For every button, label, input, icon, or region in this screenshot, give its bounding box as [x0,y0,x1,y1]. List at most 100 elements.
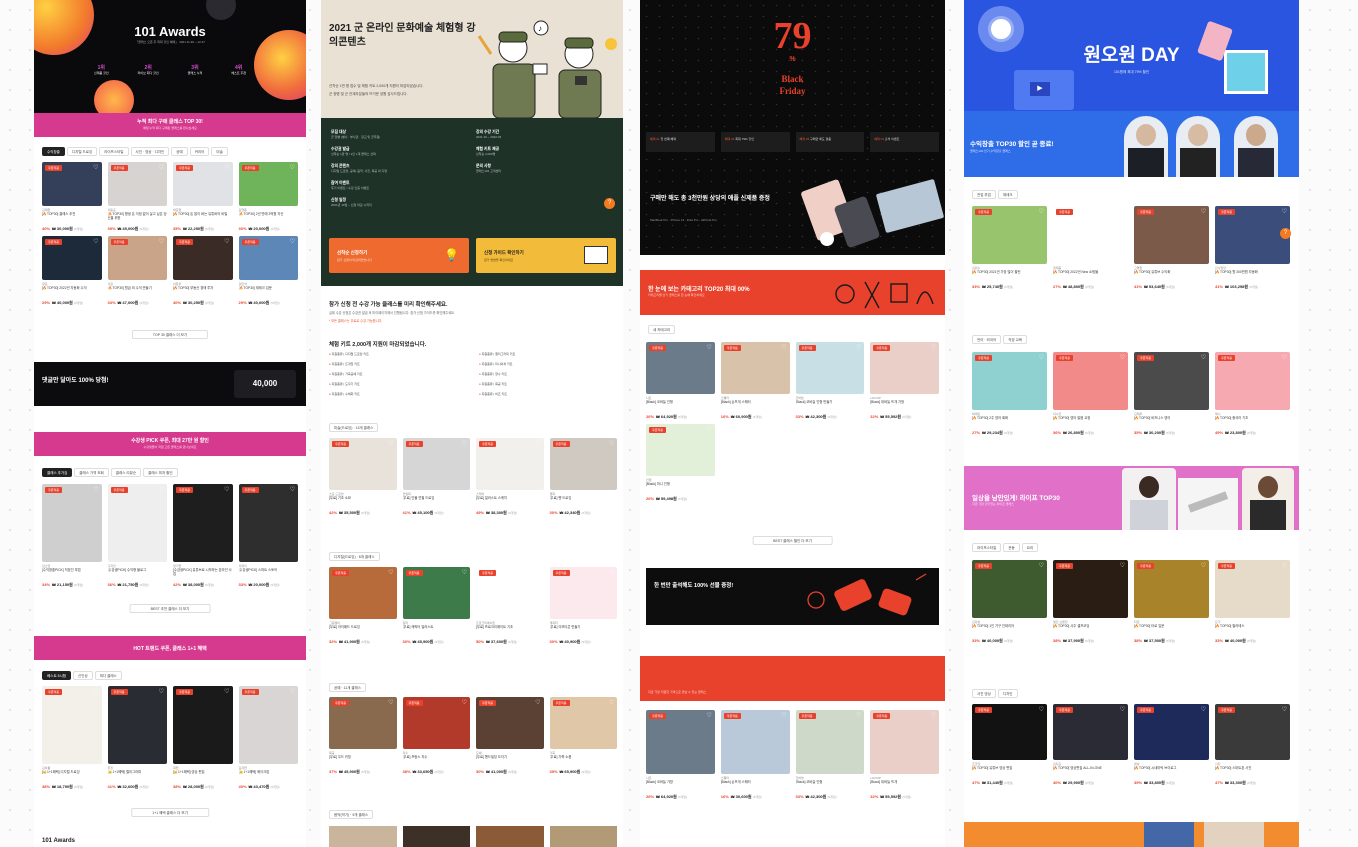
heart-icon[interactable]: ♡ [462,699,467,706]
tab-1[interactable]: 디지털 드로잉 [66,147,98,156]
class-card[interactable]: 쿠폰적용 ♡ 김재완 [🔥TOP30] 클래스 추천 40% ₩ 30,000원 … [42,162,102,232]
tab-4[interactable]: 공예 [171,147,188,156]
more-hot-button[interactable]: 1+1 혜택 클래스 더 보기 [131,808,209,817]
heart-icon[interactable]: ♡ [1282,562,1287,569]
life-tab-0[interactable]: 라이프스타일 [972,543,1002,552]
pick-tab-3[interactable]: 클래스 최저 할인 [143,468,178,477]
class-thumbnail[interactable]: 쿠폰적용 ♡ [795,710,865,774]
tab-5[interactable]: 커리어 [189,147,210,156]
section-music-tab[interactable]: 음악(악기) · 9개 클래스 [329,810,374,819]
help-fab[interactable]: ? [1280,228,1291,239]
heart-icon[interactable]: ♡ [609,569,614,576]
heart-icon[interactable]: ♡ [388,440,393,447]
language-tab-1[interactable]: 직장 교육 [1003,335,1028,344]
class-card[interactable]: 쿠폰적용 ♡ 정준 [🔥TOP30] 2022년 자동화 수익 29% ₩ 40,… [42,236,102,306]
class-thumbnail[interactable]: 쿠폰적용 ♡ [795,342,865,394]
heart-icon[interactable]: ♡ [159,164,164,171]
class-card[interactable]: 쿠폰적용 ♡ 영상 [🔥TOP30] 시네마틱 브이로그 39% ₩ 33,800… [1134,704,1209,786]
class-thumbnail[interactable]: 쿠폰적용 ♡ [1215,206,1290,264]
heart-icon[interactable]: ♡ [1201,562,1206,569]
heart-icon[interactable]: ♡ [706,344,711,351]
heart-icon[interactable]: ♡ [93,164,98,171]
class-card[interactable]: 쿠폰적용 ♡ 코바늘 [Black] 코바늘 인형 33% ₩ 42,300원 (… [795,710,865,800]
class-card[interactable]: 쿠폰적용 ♡ 신사임당 [🔥TOP30] 월 300만원 자동화 41% ₩ 10… [1215,206,1290,290]
heart-icon[interactable]: ♡ [388,699,393,706]
heart-icon[interactable]: ♡ [1282,208,1287,215]
section-drawing-tab[interactable]: 미술(드로잉) · 13개 클래스 [329,423,379,432]
more-pick-button[interactable]: BEST 추천 클래스 더 보기 [129,604,211,613]
class-thumbnail[interactable]: 쿠폰적용 ♡ [1053,206,1128,264]
heart-icon[interactable]: ♡ [159,238,164,245]
class-thumbnail[interactable]: 쿠폰적용 ♡ [42,162,102,206]
heart-icon[interactable]: ♡ [535,569,540,576]
class-card[interactable]: 쿠폰적용 ♡ 제니 [🔥TOP30] 중국어 기초 49% ₩ 23,800원 (… [1215,352,1290,436]
class-thumbnail[interactable]: 쿠폰적용 ♡ [1134,704,1209,760]
heart-icon[interactable]: ♡ [1039,208,1044,215]
class-card[interactable]: 쿠폰적용 ♡ LOOOP [Black] 대바늘 뜨개 32% ₩ 55,592원… [870,710,939,800]
hot-tab-0[interactable]: 베스트 5시험 [42,671,72,680]
class-card[interactable]: 쿠폰적용 ♡ 셀프 브랜딩 [🔥TOP30] 사주 셀프코딩 38% ₩ 37,9… [1053,560,1128,644]
class-thumbnail[interactable]: 쿠폰적용 ♡ [329,438,397,490]
class-card[interactable]: 쿠폰적용 ♡ LOOOP [Black] 대바늘 뜨개 가방 32% ₩ 55,5… [870,342,939,420]
class-card[interactable]: 쿠폰적용 ♡ 김민수 [🔥TOP30] 2021년 가장 많이 팔린 33% ₩ … [972,206,1047,290]
pick-tab-0[interactable]: 클래스 추가검 [42,468,73,477]
tab-0[interactable]: 수익창출 [42,147,65,156]
heart-icon[interactable]: ♡ [781,344,786,351]
pick-tab-2[interactable]: 클래스 리뷰순 [110,468,142,477]
class-card[interactable]: 쿠폰적용 ♡ 연필화 [무료] 인물 연필 드로잉 41% ₩ 45,100원 (… [402,438,470,516]
class-card[interactable]: 쿠폰적용 ♡ 디자인 [수강생PICK] 수익형 블로그 36% ₩ 21,750… [107,484,167,588]
class-card[interactable]: 쿠폰적용 ♡ 김지현 [👑1+1혜택] 메이크업 40% ₩ 43,470원 (5… [238,686,298,790]
heart-icon[interactable]: ♡ [1120,562,1125,569]
heart-icon[interactable]: ♡ [159,688,164,695]
heart-icon[interactable]: ♡ [1201,354,1206,361]
class-thumbnail[interactable]: 쿠폰적용 ♡ [42,484,102,562]
class-card[interactable]: 쿠폰적용 ♡ 고명환 [🔥TOP30] 유튜브 수익화 41% ₩ 53,640원… [1134,206,1209,290]
class-thumbnail[interactable]: 쿠폰적용 ♡ [173,236,233,280]
life-tab-2[interactable]: 요리 [1021,543,1039,552]
class-thumbnail[interactable]: 쿠폰적용 ♡ [646,342,715,394]
hot-tab-1[interactable]: 신인상 [73,671,93,680]
class-card[interactable]: 쿠폰적용 ♡ 김소연 [수익창출PICK] 직장인 부업 34% ₩ 21,150… [42,484,102,588]
language-tab-0[interactable]: 언어 · 외국어 [972,335,1002,344]
tab-3[interactable]: 사진 · 영상 · 디자인 [130,147,170,156]
more-best-button[interactable]: BEST 클래스 할인 더 보기 [752,536,833,545]
class-thumbnail[interactable]: 쿠폰적용 ♡ [42,236,102,280]
heart-icon[interactable]: ♡ [931,712,936,719]
class-card[interactable]: 쿠폰적용 ♡ 그림쟁이 [무료] 아이패드 드로잉 32% ₩ 41,900원 (… [329,567,397,645]
class-card[interactable]: 쿠폰적용 ♡ 펜화 [무료] 펜 드로잉 30% ₩ 42,340원 (5개월) [549,438,617,516]
tab-6[interactable]: 미술 [211,147,228,156]
class-thumbnail[interactable]: 쿠폰적용 ♡ [238,484,298,562]
attendance-banner[interactable]: 한 번만 출석해도 100% 선물 증정! [646,568,939,625]
class-card[interactable]: 쿠폰적용 ♡ 김아름 [👑1+1혜택] 디지털 드로잉 38% ₩ 18,790원… [42,686,102,790]
class-card[interactable]: 쿠폰적용 ♡ 자수 [무료] 프랑스 자수 38% ₩ 33,650원 (5개월) [402,697,470,775]
money-tab-0[interactable]: 전업 부업 [972,190,996,199]
class-card[interactable]: 쿠폰적용 ♡ 정기엽 [수강생PICK] 유튜브로 시작하는 온라인 사업 42… [173,484,233,588]
class-thumbnail[interactable]: 쿠폰적용 ♡ [402,438,470,490]
heart-icon[interactable]: ♡ [1201,706,1206,713]
heart-icon[interactable]: ♡ [93,486,98,493]
class-thumbnail[interactable]: 쿠폰적용 ♡ [972,206,1047,264]
class-thumbnail[interactable]: 쿠폰적용 ♡ [1053,352,1128,410]
class-thumbnail[interactable]: 쿠폰적용 ♡ [476,697,544,749]
heart-icon[interactable]: ♡ [781,712,786,719]
class-card[interactable]: 쿠폰적용 ♡ 박세린 [🔥TOP30] 2주 영어 회화 27% ₩ 29,234… [972,352,1047,436]
class-thumbnail[interactable]: 쿠폰적용 ♡ [402,567,470,619]
class-thumbnail[interactable]: 쿠폰적용 ♡ [1134,352,1209,410]
heart-icon[interactable]: ♡ [1039,706,1044,713]
tab-2[interactable]: 라이프스타일 [99,147,129,156]
heart-icon[interactable]: ♡ [1120,354,1125,361]
class-card[interactable]: 쿠폰적용 ♡ 김재우 [🔥TOP30] 비즈니스 영어 35% ₩ 30,200원… [1134,352,1209,436]
heart-icon[interactable]: ♡ [609,699,614,706]
class-thumbnail[interactable]: 쿠폰적용 ♡ [107,484,167,562]
class-card[interactable]: 쿠폰적용 ♡ 소묘 드로잉 [무료] 기초 소묘 42% ₩ 35,500원 (5… [329,438,397,516]
class-card[interactable]: 쿠폰적용 ♡ 니트 [Black] 코바늘 인형 26% ₩ 64,920원 (5… [646,342,715,420]
class-card[interactable]: 쿠폰적용 ♡ 스케치 [무료] 일러스트 스케치 49% ₩ 38,300원 (5… [476,438,544,516]
heart-icon[interactable]: ♡ [1120,208,1125,215]
heart-icon[interactable]: ♡ [159,486,164,493]
class-card[interactable]: 쿠폰적용 ♡ 타로 [🔥TOP30] 타로 입문 38% ₩ 37,500원 (5… [1134,560,1209,644]
class-card[interactable]: 쿠폰적용 ♡ 정재웅 [🔥TOP30] 2022년 New 쇼핑몰 27% ₩ 4… [1053,206,1128,290]
class-card[interactable]: 쿠폰적용 ♡ 스웨터 [Black] 손뜨개 스웨터 16% ₩ 60,900원 … [720,342,790,420]
class-thumbnail[interactable]: 쿠폰적용 ♡ [646,710,715,774]
heart-icon[interactable]: ♡ [290,238,295,245]
heart-icon[interactable]: ♡ [224,688,229,695]
